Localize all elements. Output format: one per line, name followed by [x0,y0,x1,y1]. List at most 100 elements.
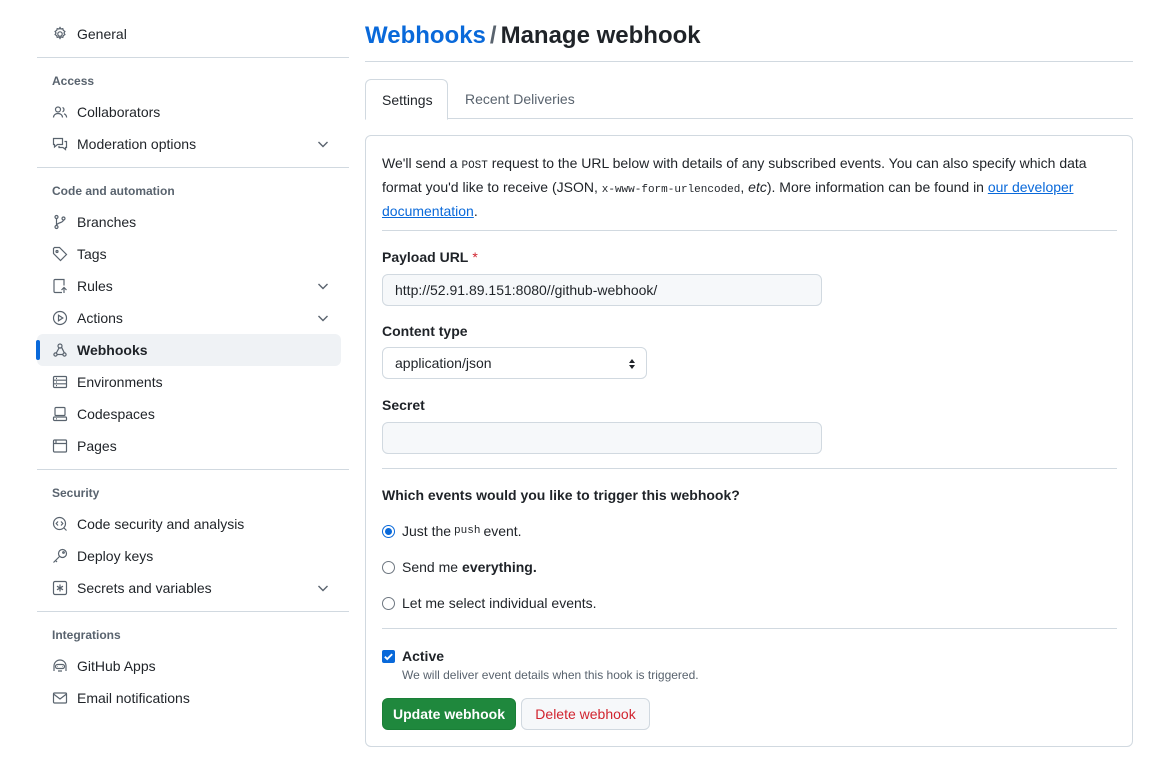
sidebar-item-github-apps[interactable]: GitHub Apps [37,650,349,682]
panel-divider [382,468,1117,469]
sidebar-item-pages[interactable]: Pages [37,430,349,462]
intro-text: We'll send a POST request to the URL bel… [382,155,1087,219]
sidebar-item-codespaces[interactable]: Codespaces [37,398,349,430]
delete-webhook-button[interactable]: Delete webhook [521,698,650,730]
sidebar-divider [37,469,349,470]
comment-discussion-icon [52,136,68,152]
content-type-label: Content type [382,323,468,339]
sidebar-item-collaborators[interactable]: Collaborators [37,96,349,128]
payload-url-label: Payload URL * [382,249,478,265]
sidebar-item-label: Email notifications [77,690,190,706]
sidebar-item-branches[interactable]: Branches [37,206,349,238]
breadcrumb-webhooks-link[interactable]: Webhooks [365,22,486,49]
sidebar-item-label: Rules [77,278,113,294]
sidebar-heading-security: Security [52,486,100,500]
page-title: Webhooks / Manage webhook [365,22,701,50]
content-type-value: application/json [395,355,492,371]
sidebar-item-tags[interactable]: Tags [37,238,349,270]
key-icon [52,548,68,564]
sidebar-item-rules[interactable]: Rules [37,270,349,302]
tag-icon [52,246,68,262]
sidebar-item-secrets[interactable]: Secrets and variables [37,572,349,604]
gear-icon [52,26,68,42]
sidebar-item-label: Codespaces [77,406,155,422]
sidebar-item-environments[interactable]: Environments [37,366,349,398]
checkmark-icon [384,652,393,660]
radio-button[interactable] [382,560,395,574]
chevron-down-icon [318,315,328,322]
tab-recent-deliveries[interactable]: Recent Deliveries [449,79,591,119]
sidebar-item-label: Actions [77,310,123,326]
secret-input[interactable] [382,422,822,454]
sidebar-item-label: Environments [77,374,163,390]
sidebar-item-deploy-keys[interactable]: Deploy keys [37,540,349,572]
hubot-icon [52,658,68,674]
radio-button[interactable] [382,596,395,610]
sidebar-item-label: Branches [77,214,137,230]
breadcrumb-current: Manage webhook [500,22,701,49]
sidebar-item-label: Pages [77,438,117,454]
sidebar-heading-code-automation: Code and automation [52,184,175,198]
sidebar-item-label: Tags [77,246,107,262]
play-icon [52,310,68,326]
webhook-form-panel: We'll send a POST request to the URL bel… [365,135,1133,747]
tab-bar: Settings Recent Deliveries [365,79,1133,120]
sidebar-item-moderation-options[interactable]: Moderation options [37,128,349,160]
select-updown-icon [629,359,635,369]
sidebar-item-code-security[interactable]: Code security and analysis [37,508,349,540]
sidebar-item-label: GitHub Apps [77,658,156,674]
secret-label: Secret [382,397,425,413]
urlencoded-code: x-www-form-urlencoded [601,184,741,196]
key-asterisk-icon [52,580,68,596]
active-checkbox-row[interactable]: Active [382,648,444,664]
title-divider [365,61,1133,62]
codescan-icon [52,516,68,532]
browser-icon [52,438,68,454]
payload-url-input[interactable] [382,274,822,306]
chevron-down-icon [318,283,328,290]
sidebar-item-general[interactable]: General [37,18,349,50]
panel-divider [382,628,1117,629]
sidebar-item-webhooks[interactable]: Webhooks [36,334,341,366]
sidebar-item-label: Secrets and variables [77,580,212,596]
chevron-down-icon [318,141,328,148]
git-branch-icon [52,214,68,230]
sidebar-divider [37,167,349,168]
push-code: push [454,525,481,537]
chevron-down-icon [318,585,328,592]
sidebar-item-email-notifications[interactable]: Email notifications [37,682,349,714]
required-marker: * [472,249,478,265]
sidebar-heading-access: Access [52,74,95,88]
radio-button-checked[interactable] [382,524,395,538]
sidebar-item-actions[interactable]: Actions [37,302,349,334]
events-question: Which events would you like to trigger t… [382,487,740,503]
server-icon [52,374,68,390]
panel-divider [382,230,1117,231]
sidebar-item-label: Code security and analysis [77,516,245,532]
repo-push-icon [52,278,68,294]
event-option-individual[interactable]: Let me select individual events. [382,595,597,611]
active-label: Active [402,648,445,664]
sidebar-item-label: Deploy keys [77,548,154,564]
breadcrumb-separator: / [489,22,497,49]
event-option-everything[interactable]: Send me everything. [382,559,537,575]
sidebar-divider [37,611,349,612]
people-icon [52,104,68,120]
settings-sidebar: General Access Collaborators Moderation … [36,18,349,714]
post-code: POST [461,160,488,172]
mail-icon [52,690,68,706]
webhook-icon [52,342,68,358]
sidebar-item-label: Collaborators [77,104,161,120]
codespaces-icon [52,406,68,422]
update-webhook-button[interactable]: Update webhook [382,698,516,730]
event-option-push[interactable]: Just the push event. [382,523,522,539]
sidebar-item-label: General [77,26,127,42]
active-help-text: We will deliver event details when this … [402,668,699,682]
sidebar-item-label: Moderation options [77,136,197,152]
tab-settings[interactable]: Settings [365,79,448,120]
sidebar-item-label: Webhooks [77,342,148,358]
active-checkbox[interactable] [382,649,395,663]
content-type-select[interactable]: application/json [382,347,647,379]
sidebar-divider [37,57,349,58]
sidebar-heading-integrations: Integrations [52,628,121,642]
